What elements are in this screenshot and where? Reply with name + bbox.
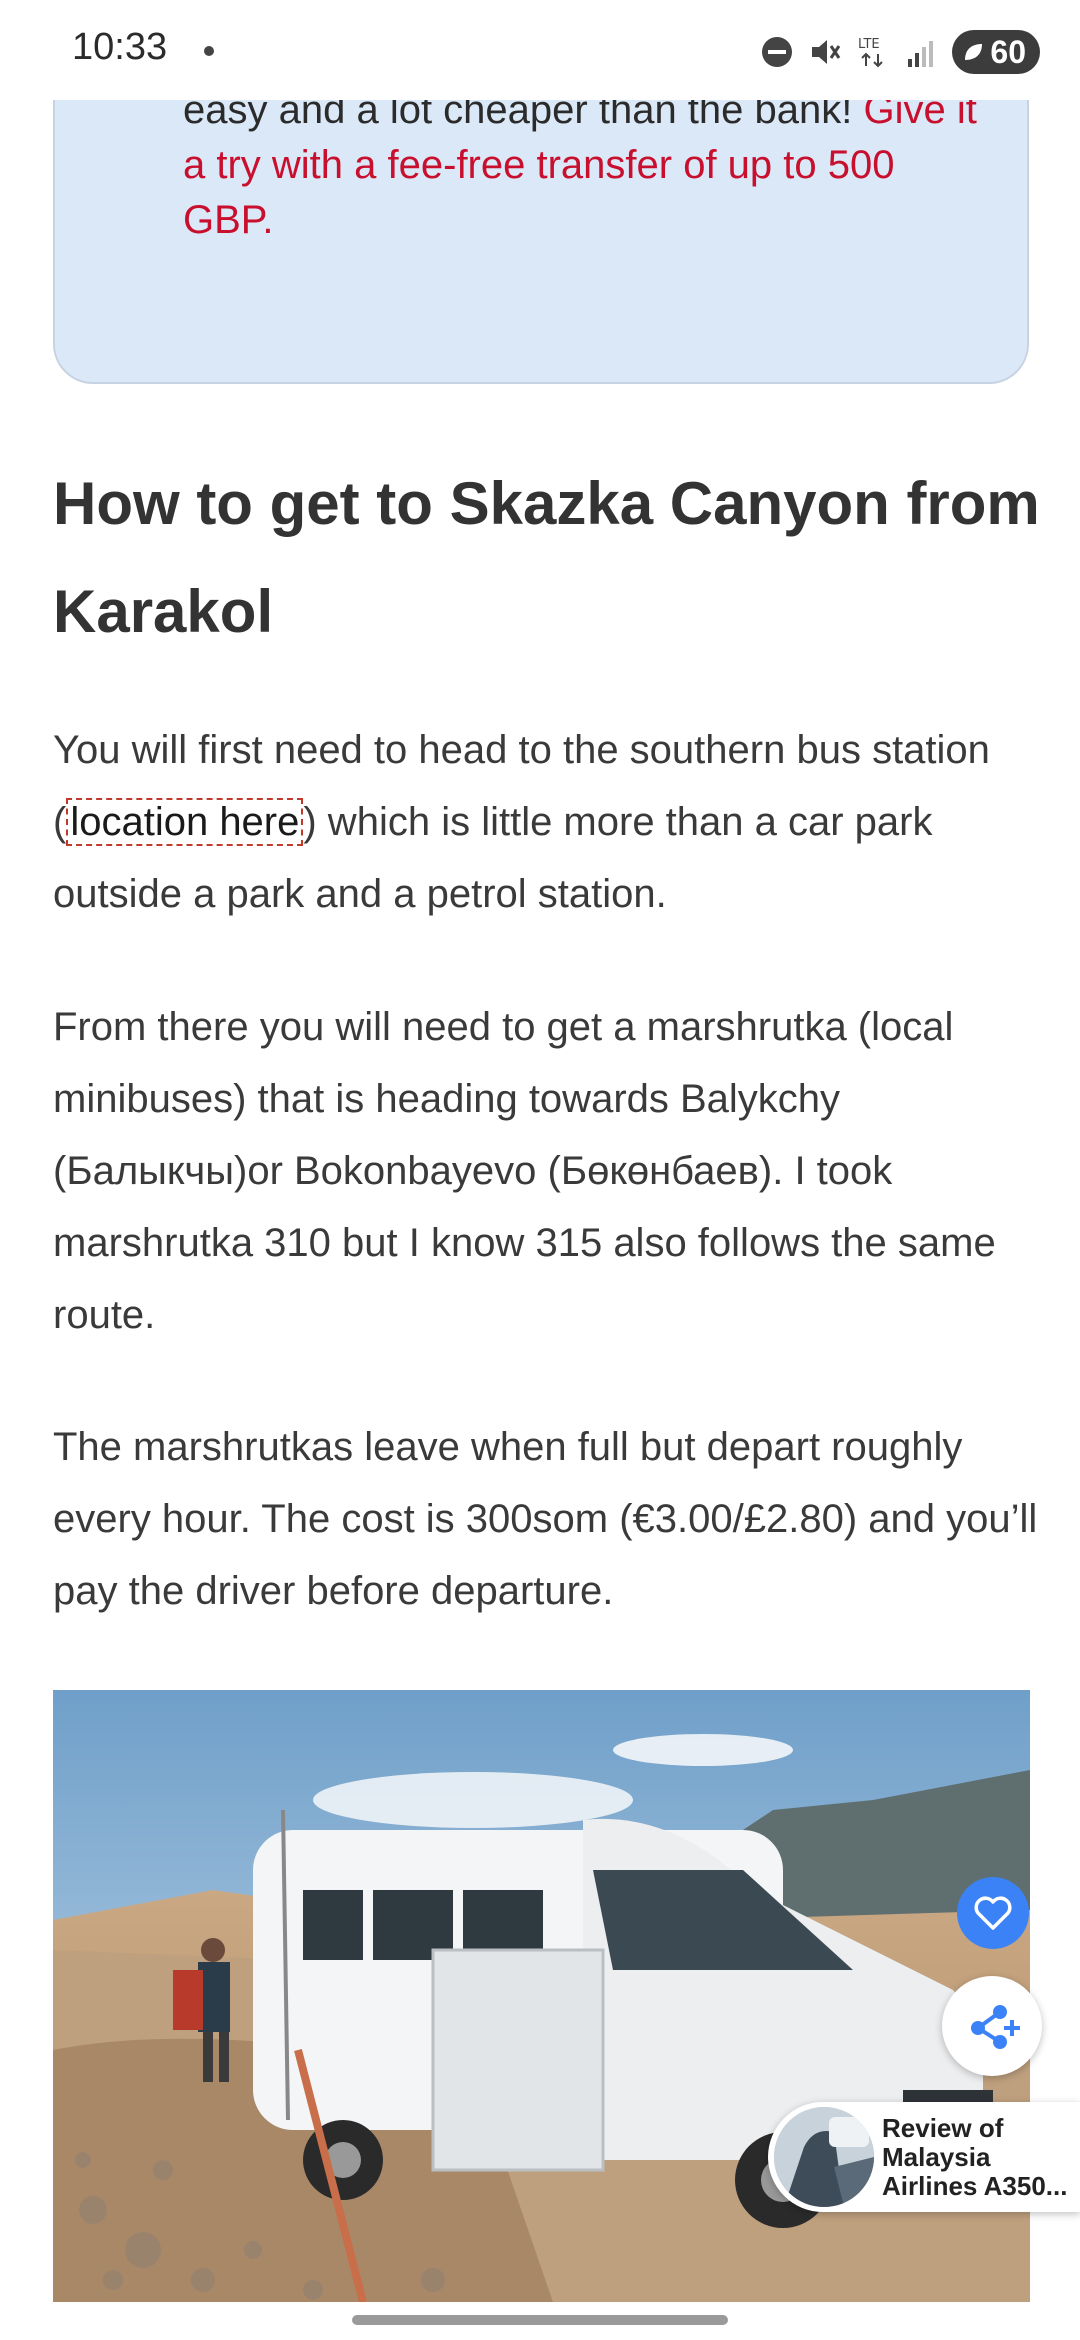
notification-dot-icon [204,46,214,56]
section-heading: How to get to Skazka Canyon from Karakol [53,470,1040,645]
location-link[interactable]: location here [66,798,304,846]
battery-level: 60 [990,34,1026,70]
signal-icon [908,41,934,67]
airplane-seat-thumbnail [774,2107,874,2207]
do-not-disturb-icon [762,37,793,67]
share-button[interactable] [942,1976,1042,2076]
share-icon [971,2005,1020,2049]
heart-icon [974,1896,1012,1930]
battery-indicator: 60 [952,30,1040,74]
promo-title: Review of Malaysia Airlines A350... [882,2113,1068,2201]
mute-icon [812,40,841,64]
related-article-promo[interactable]: Review of Malaysia Airlines A350... [768,2102,1080,2212]
status-time: 10:33 [72,26,168,68]
paragraph-marshrutka: From there you will need to get a marshr… [53,1005,996,1337]
home-indicator[interactable] [352,2315,728,2325]
lte-icon: LTE [858,37,884,68]
status-icons: LTE 60 [760,30,1040,74]
leaf-icon [965,44,983,60]
paragraph-bus-station: You will first need to head to the south… [53,714,1043,930]
svg-text:LTE: LTE [858,37,880,52]
status-bar: 10:33 LTE 60 [0,0,1080,100]
paragraph-cost: The marshrutkas leave when full but depa… [53,1425,1038,1613]
promo-thumbnail [774,2107,874,2207]
favorite-button[interactable] [957,1877,1029,1949]
